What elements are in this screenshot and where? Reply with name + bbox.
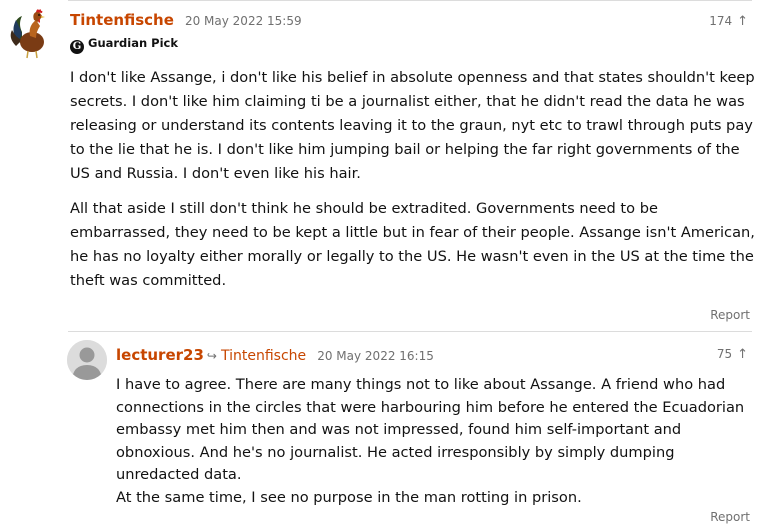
comment-body: I have to agree. There are many things n… [116,374,756,509]
guardian-pick-badge: G Guardian Pick [70,36,178,54]
arrow-up-icon[interactable]: ↑ [737,14,748,29]
comment-timestamp[interactable]: 20 May 2022 15:59 [185,14,302,28]
comment-header: lecturer23 ↪ Tintenfische 20 May 2022 16:1… [116,345,434,364]
guardian-logo-icon: G [70,40,84,54]
reply-arrow-icon: ↪ [206,349,217,363]
default-user-avatar[interactable] [67,340,107,380]
comment-paragraph: All that aside I still don't think he sh… [70,200,755,289]
recommend-count: 174 [709,14,733,28]
comment-author[interactable]: lecturer23 [116,346,204,364]
comment-timestamp[interactable]: 20 May 2022 16:15 [317,349,434,363]
rooster-avatar[interactable] [8,8,56,60]
badge-label: Guardian Pick [88,36,179,50]
recommend-control[interactable]: 174 ↑ [709,14,748,29]
comment-paragraph: I have to agree. There are many things n… [116,376,745,483]
comment-paragraph: At the same time, I see no purpose in th… [116,488,582,506]
comment-header: Tintenfische 20 May 2022 15:59 [70,10,302,32]
comment-paragraph: I don't like Assange, i don't like his b… [70,69,755,182]
arrow-up-icon[interactable]: ↑ [737,347,748,362]
report-link[interactable]: Report [710,308,750,322]
reply-divider [68,331,752,332]
reply-to-author[interactable]: Tintenfische [221,348,306,364]
recommend-control[interactable]: 75 ↑ [717,347,748,362]
recommend-count: 75 [716,347,733,361]
comment-top-divider [68,0,752,1]
comment-author[interactable]: Tintenfische [70,11,174,29]
report-link[interactable]: Report [710,510,750,524]
comment-body: I don't like Assange, i don't like his b… [70,66,758,304]
